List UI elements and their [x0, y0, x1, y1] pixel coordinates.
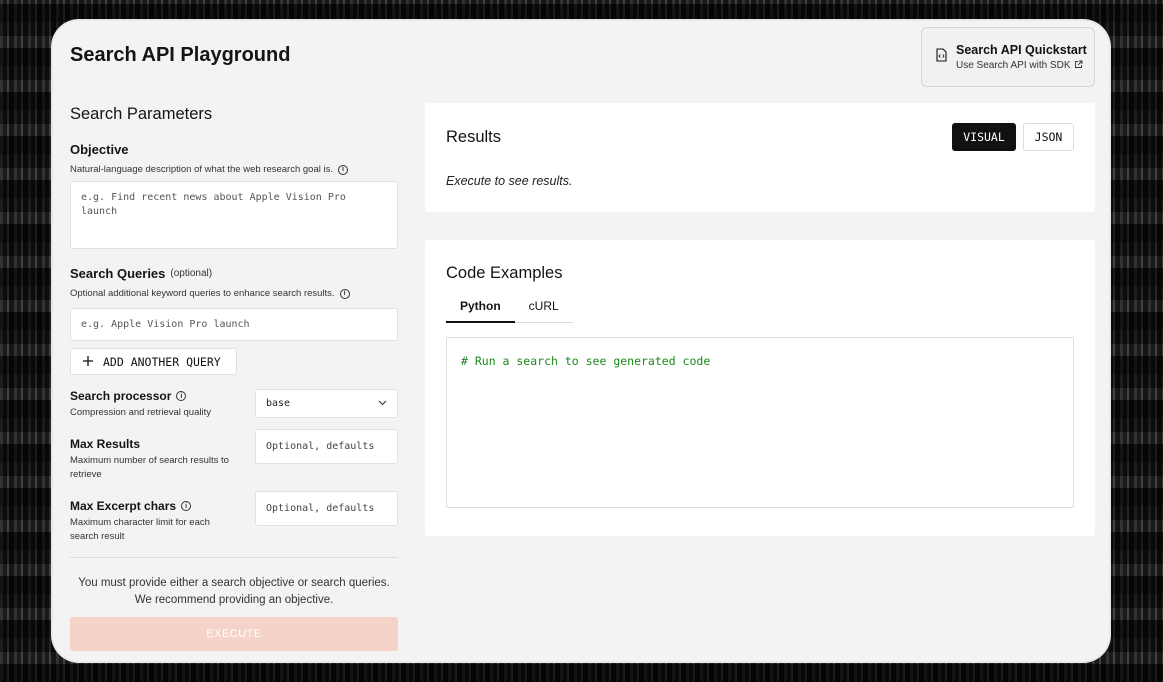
code-tabs: Python cURL	[446, 299, 573, 323]
processor-select[interactable]: base	[255, 389, 398, 418]
execute-button[interactable]: EXECUTE	[70, 617, 398, 651]
code-examples-card: Code Examples Python cURL # Run a search…	[425, 240, 1095, 536]
objective-description: Natural-language description of what the…	[70, 164, 333, 175]
max-results-description: Maximum number of search results to retr…	[70, 455, 229, 480]
search-query-input[interactable]: e.g. Apple Vision Pro launch	[70, 308, 398, 341]
max-excerpt-label: Max Excerpt chars	[70, 499, 177, 513]
chevron-down-icon	[378, 398, 387, 409]
info-icon[interactable]: i	[339, 289, 350, 299]
results-title: Results	[446, 128, 502, 146]
objective-input[interactable]: e.g. Find recent news about Apple Vision…	[70, 181, 398, 249]
add-query-button[interactable]: ADD ANOTHER QUERY	[70, 348, 237, 375]
tab-curl[interactable]: cURL	[514, 299, 573, 323]
results-card: Results VISUAL JSON Execute to see resul…	[425, 103, 1095, 212]
processor-row: Search processor i Compression and retri…	[70, 389, 398, 429]
max-excerpt-row: Max Excerpt chars i Maximum character li…	[70, 491, 398, 543]
document-code-icon	[936, 47, 947, 67]
optional-tag: (optional)	[170, 268, 213, 279]
visual-toggle[interactable]: VISUAL	[952, 123, 1016, 151]
code-comment: # Run a search to see generated code	[461, 354, 711, 368]
info-icon[interactable]: i	[338, 165, 348, 175]
max-excerpt-description: Maximum character limit for each search …	[70, 517, 210, 542]
code-examples-title: Code Examples	[446, 264, 563, 282]
divider	[70, 557, 398, 558]
quickstart-card[interactable]: Search API Quickstart Use Search API wit…	[921, 27, 1095, 87]
max-results-input[interactable]: Optional, defaults	[255, 429, 398, 464]
search-queries-label: Search Queries (optional)	[70, 266, 398, 281]
external-link-icon	[1074, 60, 1083, 72]
json-toggle[interactable]: JSON	[1023, 123, 1074, 151]
info-icon[interactable]: i	[176, 391, 187, 401]
search-queries-description: Optional additional keyword queries to e…	[70, 288, 335, 299]
max-excerpt-input[interactable]: Optional, defaults	[255, 491, 398, 526]
processor-label: Search processor	[70, 389, 172, 403]
info-icon[interactable]: i	[181, 501, 192, 511]
tab-python[interactable]: Python	[446, 299, 515, 323]
processor-selected: base	[266, 398, 291, 409]
code-block: # Run a search to see generated code	[446, 337, 1074, 508]
search-parameters-title: Search Parameters	[70, 105, 213, 123]
objective-label: Objective	[70, 142, 398, 157]
search-parameters-panel: Search Parameters Objective Natural-lang…	[70, 105, 398, 651]
max-results-row: Max Results Maximum number of search res…	[70, 429, 398, 491]
quickstart-title: Search API Quickstart	[956, 42, 1087, 57]
page-title: Search API Playground	[70, 44, 291, 66]
search-queries-label-text: Search Queries	[70, 266, 166, 281]
objective-label-text: Objective	[70, 142, 129, 157]
add-query-label: ADD ANOTHER QUERY	[103, 354, 221, 369]
plus-icon	[83, 355, 93, 369]
playground-window: Search API Playground Search API Quickst…	[53, 21, 1109, 661]
quickstart-subtitle: Use Search API with SDK	[956, 60, 1071, 71]
results-hint: Execute to see results.	[446, 174, 573, 188]
requirement-notice: You must provide either a search objecti…	[78, 577, 390, 606]
